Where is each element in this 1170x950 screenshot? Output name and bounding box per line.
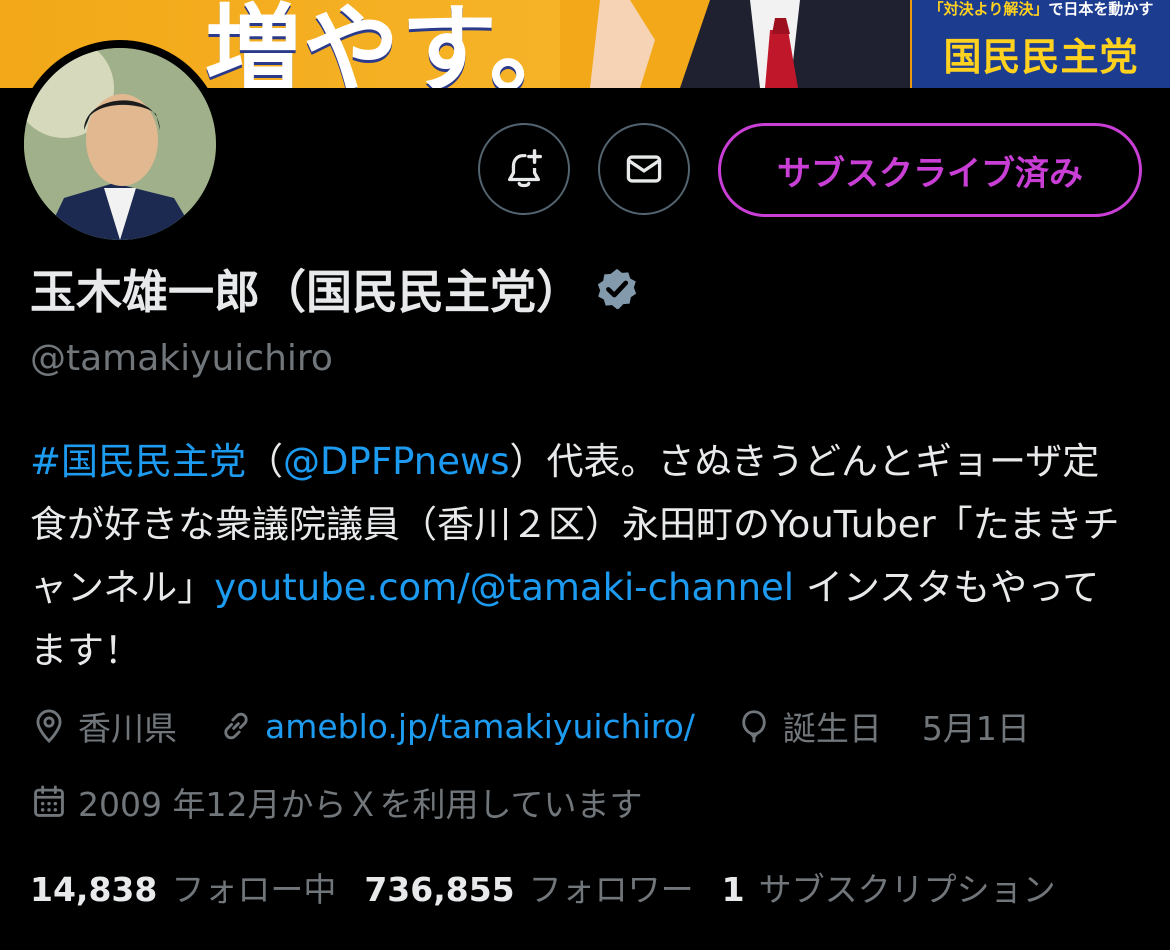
hashtag-link[interactable]: #国民民主党 xyxy=(30,440,246,483)
banner-slogan: 「対決より解決」で日本を動かす xyxy=(912,0,1170,19)
joined-text: 2009 年12月からＸを利用しています xyxy=(78,785,643,824)
website-link[interactable]: ameblo.jp/tamakiyuichiro/ xyxy=(265,707,695,746)
subscriptions-count: 1 xyxy=(721,870,745,909)
following-count: 14,838 xyxy=(30,870,158,909)
banner-party-logo: 「対決より解決」で日本を動かす 国民民主党 xyxy=(912,0,1170,88)
banner-slogan-highlight: 「対決より解決」 xyxy=(928,0,1049,18)
avatar[interactable] xyxy=(16,40,224,248)
subscribed-button[interactable]: サブスクライブ済み xyxy=(718,123,1142,217)
bell-plus-icon xyxy=(507,149,543,188)
subscriptions-stat[interactable]: 1 サブスクリプション xyxy=(722,863,1056,911)
profile-meta: 香川県 ameblo.jp/tamakiyuichiro/ 誕生日 5月1日 xyxy=(30,700,1070,752)
joined-row: 2009 年12月からＸを利用しています xyxy=(30,776,682,828)
balloon-icon xyxy=(742,710,766,743)
location-text: 香川県 xyxy=(78,709,177,748)
birthday-item: 誕生日 5月1日 xyxy=(735,702,1030,750)
website-item[interactable]: ameblo.jp/tamakiyuichiro/ xyxy=(217,707,695,746)
location-item: 香川県 xyxy=(30,702,177,750)
banner-party-name: 国民民主党 xyxy=(943,35,1139,79)
banner-headline: 増やす。 xyxy=(205,0,588,88)
link-icon xyxy=(224,712,248,740)
following-stat[interactable]: 14,838 フォロー中 xyxy=(30,863,336,911)
verified-badge-icon[interactable] xyxy=(594,266,640,312)
profile-bio: #国民民主党（@DPFPnews）代表。さぬきうどんとギョーザ定食が好きな衆議院… xyxy=(30,430,1130,682)
youtube-link[interactable]: youtube.com/@tamaki-channel xyxy=(214,566,794,609)
banner-person-image xyxy=(560,0,910,88)
profile-stats: 14,838 フォロー中 736,855 フォロワー 1 サブスクリプション xyxy=(30,862,1084,912)
calendar-icon xyxy=(34,785,64,817)
avatar-photo xyxy=(24,48,216,240)
subscriptions-label: サブスクリプション xyxy=(758,870,1056,909)
bio-paren: （ xyxy=(246,440,284,483)
following-label: フォロー中 xyxy=(171,870,337,909)
envelope-icon xyxy=(626,155,662,183)
followers-label: フォロワー xyxy=(528,870,694,909)
notify-button[interactable] xyxy=(478,123,570,215)
location-pin-icon xyxy=(36,709,62,744)
display-name: 玉木雄一郎（国民民主党） xyxy=(30,265,582,319)
followers-stat[interactable]: 736,855 フォロワー xyxy=(364,863,693,911)
handle: @tamakiyuichiro xyxy=(30,338,333,379)
birthday-label: 誕生日 xyxy=(782,709,882,748)
joined-item: 2009 年12月からＸを利用しています xyxy=(30,778,642,826)
message-button[interactable] xyxy=(598,123,690,215)
birthday-date: 5月1日 xyxy=(921,709,1030,748)
followers-count: 736,855 xyxy=(364,870,515,909)
mention-link[interactable]: @DPFPnews xyxy=(283,440,510,483)
banner-slogan-rest: で日本を動かす xyxy=(1048,0,1154,18)
profile-name-row: 玉木雄一郎（国民民主党） xyxy=(30,258,640,320)
